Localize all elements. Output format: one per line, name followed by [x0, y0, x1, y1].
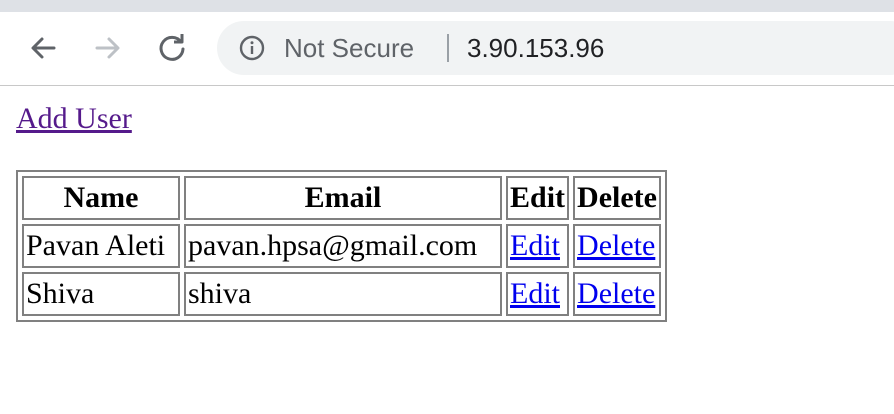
add-user-link[interactable]: Add User	[16, 102, 132, 136]
cell-email: pavan.hpsa@gmail.com	[184, 224, 502, 268]
edit-link[interactable]: Edit	[510, 229, 560, 262]
cell-email: shiva	[184, 272, 502, 316]
omnibox-divider	[447, 34, 449, 62]
cell-edit: Edit	[506, 272, 570, 316]
reload-button[interactable]	[154, 30, 190, 66]
forward-button[interactable]	[90, 30, 126, 66]
users-table: Name Email Edit Delete Pavan Aleti pavan…	[16, 170, 667, 322]
reload-icon	[159, 34, 185, 61]
table-header-row: Name Email Edit Delete	[22, 176, 661, 220]
delete-link[interactable]: Delete	[577, 277, 655, 310]
cell-delete: Delete	[573, 224, 661, 268]
header-edit: Edit	[506, 176, 570, 220]
header-delete: Delete	[573, 176, 661, 220]
back-button[interactable]	[25, 30, 61, 66]
table-row: Shiva shiva Edit Delete	[22, 272, 661, 316]
address-bar[interactable]: Not Secure 3.90.153.96	[217, 21, 894, 75]
info-icon[interactable]	[239, 35, 265, 61]
browser-toolbar: Not Secure 3.90.153.96	[0, 12, 894, 86]
page-content: Add User Name Email Edit Delete Pavan Al…	[0, 86, 894, 414]
security-status-label[interactable]: Not Secure	[284, 33, 414, 63]
cell-edit: Edit	[506, 224, 570, 268]
cell-delete: Delete	[573, 272, 661, 316]
header-email: Email	[184, 176, 502, 220]
forward-arrow-icon	[95, 37, 120, 59]
cell-name: Pavan Aleti	[22, 224, 180, 268]
tab-strip	[0, 0, 894, 12]
back-arrow-icon	[31, 37, 56, 59]
url-text[interactable]: 3.90.153.96	[467, 33, 604, 63]
table-row: Pavan Aleti pavan.hpsa@gmail.com Edit De…	[22, 224, 661, 268]
cell-name: Shiva	[22, 272, 180, 316]
edit-link[interactable]: Edit	[510, 277, 560, 310]
header-name: Name	[22, 176, 180, 220]
delete-link[interactable]: Delete	[577, 229, 655, 262]
